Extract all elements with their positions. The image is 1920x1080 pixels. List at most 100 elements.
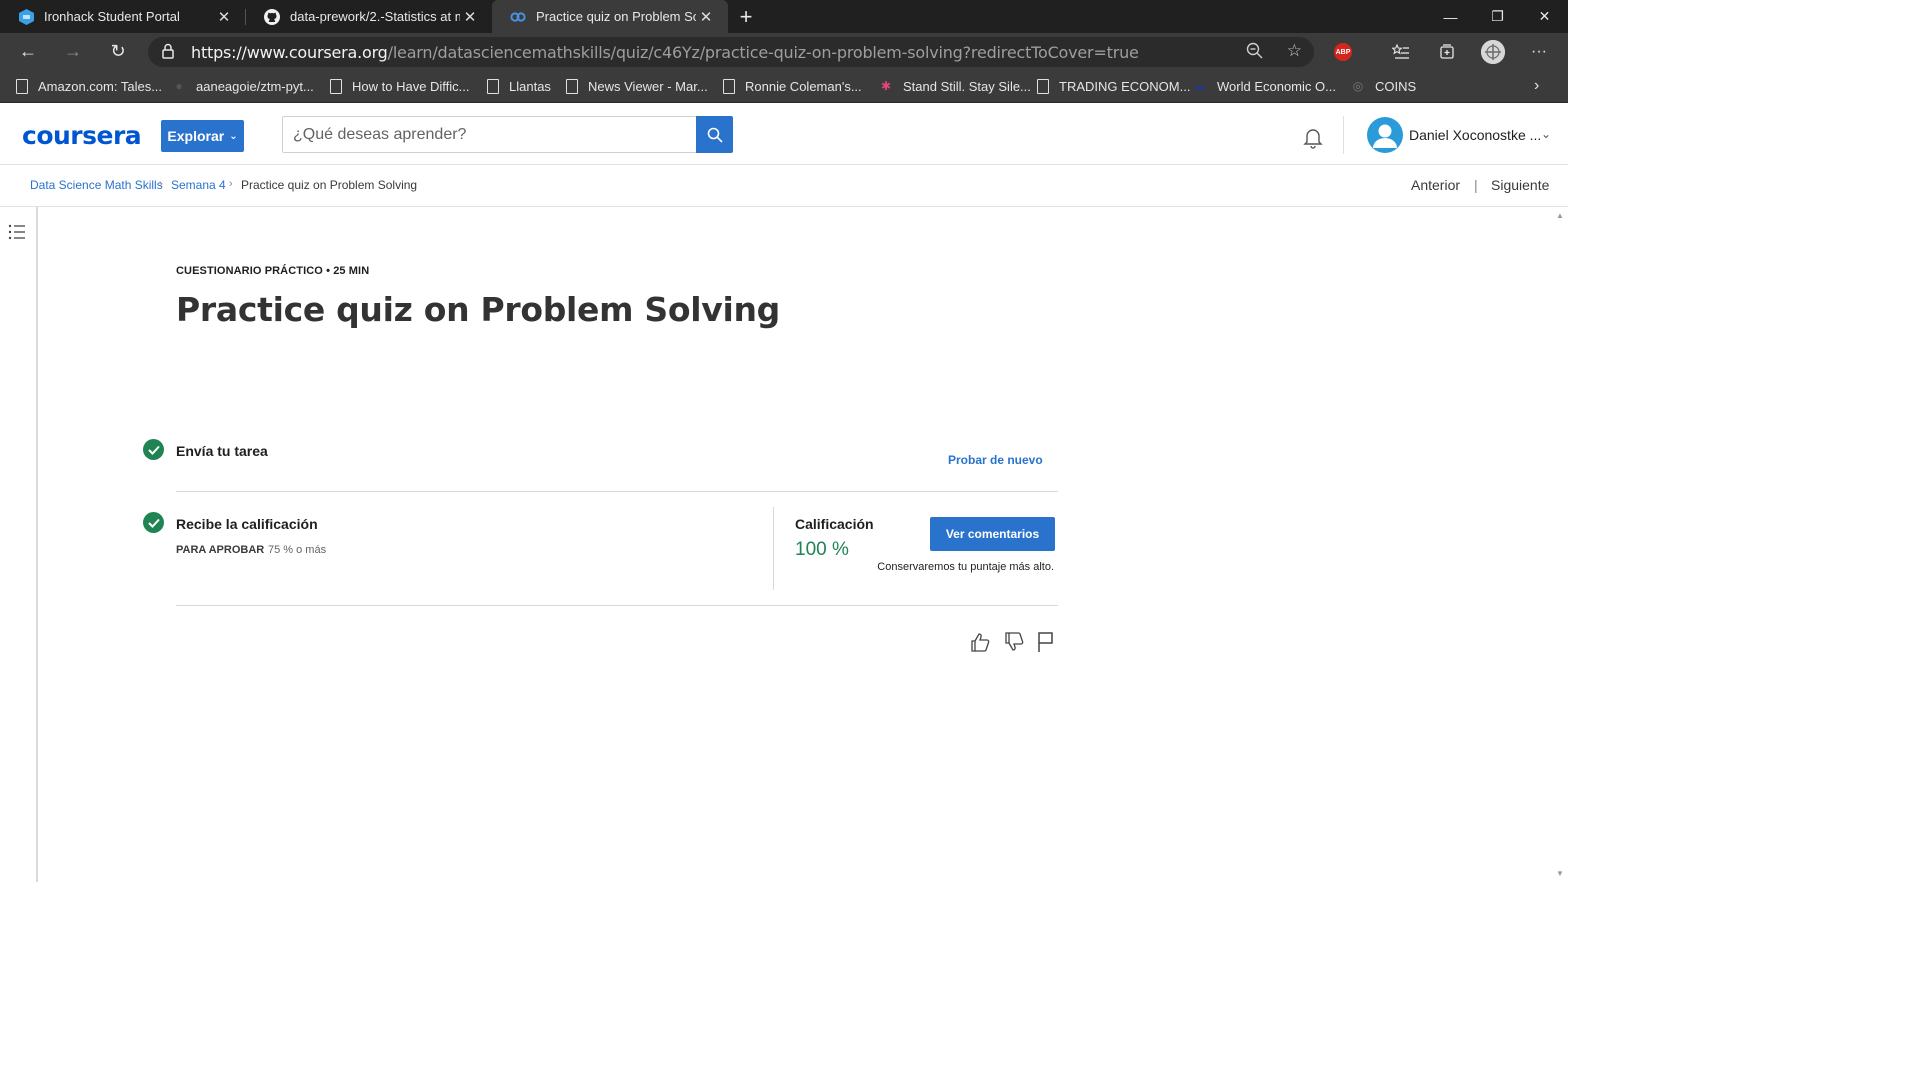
- bookmark-item[interactable]: Amazon.com: Tales...: [16, 77, 162, 95]
- tab-title: Ironhack Student Portal: [44, 9, 180, 24]
- bookmark-item[interactable]: Ronnie Coleman's...: [723, 77, 862, 95]
- back-icon[interactable]: ←: [16, 39, 40, 63]
- window-controls: — ❐ ✕: [1427, 0, 1568, 33]
- search-icon: [707, 127, 723, 143]
- page-icon: [487, 78, 499, 94]
- adblock-extension-icon[interactable]: ABP: [1334, 43, 1352, 61]
- page-icon: [566, 78, 578, 94]
- header-divider: [1343, 116, 1344, 154]
- check-circle-icon: [143, 439, 164, 460]
- step-submit-title: Envía tu tarea: [176, 443, 268, 459]
- url-field[interactable]: https://www.coursera.org/learn/datascien…: [148, 37, 1314, 67]
- bookmark-item[interactable]: News Viewer - Mar...: [566, 77, 708, 95]
- forward-icon[interactable]: →: [61, 39, 85, 63]
- check-circle-icon: [143, 512, 164, 533]
- scroll-down-icon[interactable]: ▼: [1556, 869, 1564, 878]
- bookmark-item[interactable]: ▬ World Economic O...: [1193, 77, 1336, 95]
- grade-value: 100 %: [795, 539, 849, 560]
- scrollbar[interactable]: ▲ ▼: [1551, 207, 1568, 882]
- highest-score-note: Conservaremos tu puntaje más alto.: [877, 561, 1054, 573]
- explore-button[interactable]: Explorar ⌄: [161, 120, 244, 152]
- coin-icon: ◎: [1352, 79, 1364, 93]
- pass-label: PARA APROBAR: [176, 544, 265, 556]
- coursera-logo[interactable]: coursera: [22, 121, 142, 150]
- browser-tab-ironhack[interactable]: Ironhack Student Portal ✕: [0, 0, 246, 33]
- collections-icon[interactable]: [1436, 41, 1458, 63]
- thumbs-up-icon[interactable]: [969, 631, 991, 653]
- chevron-down-icon[interactable]: ⌄: [1541, 127, 1551, 141]
- close-icon[interactable]: ✕: [214, 7, 234, 27]
- browser-tab-coursera[interactable]: Practice quiz on Problem Solving ✕: [492, 0, 728, 33]
- bookmarks-overflow-chevron-icon[interactable]: ›: [1534, 77, 1539, 95]
- breadcrumb-week[interactable]: Semana 4: [171, 178, 226, 192]
- course-outline-icon[interactable]: [8, 223, 26, 241]
- divider: [176, 491, 1058, 492]
- step-grade-title: Recibe la calificación: [176, 516, 318, 532]
- page-icon: [1037, 78, 1049, 94]
- avatar[interactable]: [1367, 117, 1403, 153]
- address-bar-row: ← → ↻ https://www.coursera.org/learn/dat…: [0, 33, 1568, 69]
- breadcrumb-course[interactable]: Data Science Math Skills: [30, 178, 163, 192]
- page-icon: [723, 78, 735, 94]
- bookmark-item[interactable]: ◎ COINS: [1351, 77, 1416, 95]
- github-icon: ●: [175, 79, 183, 93]
- thumbs-down-icon[interactable]: [1003, 631, 1025, 653]
- page-icon: [16, 78, 28, 94]
- close-window-icon[interactable]: ✕: [1521, 0, 1568, 33]
- chevron-down-icon: ⌄: [229, 130, 238, 142]
- zoom-icon[interactable]: [1246, 42, 1264, 65]
- notifications-bell-icon[interactable]: [1301, 125, 1325, 149]
- site-header: coursera Explorar ⌄ Daniel Xoconostke ..…: [0, 103, 1568, 165]
- view-feedback-button[interactable]: Ver comentarios: [930, 517, 1055, 551]
- left-rail: [0, 207, 38, 882]
- divider: [176, 605, 1058, 606]
- bookmarks-bar: Amazon.com: Tales... ● aaneagoie/ztm-pyt…: [0, 69, 1568, 103]
- flower-icon: ✱: [880, 79, 892, 93]
- chevron-right-icon: ›: [159, 178, 163, 190]
- breadcrumb: Data Science Math Skills › Semana 4 › Pr…: [0, 165, 1568, 207]
- bookmark-item[interactable]: ✱ Stand Still. Stay Sile...: [879, 77, 1031, 95]
- bookmark-item[interactable]: TRADING ECONOM...: [1037, 77, 1190, 95]
- coursera-icon: [510, 9, 526, 25]
- search-field: [282, 116, 696, 153]
- scroll-up-icon[interactable]: ▲: [1556, 211, 1564, 220]
- page-title: Practice quiz on Problem Solving: [176, 290, 780, 329]
- minimize-icon[interactable]: —: [1427, 0, 1474, 33]
- tab-title: data-prework/2.-Statistics at ma: [290, 9, 460, 24]
- more-options-icon[interactable]: ···: [1528, 41, 1550, 63]
- divider: |: [1474, 177, 1478, 193]
- search-input[interactable]: [283, 117, 696, 152]
- github-icon: [264, 8, 280, 25]
- flag-icon[interactable]: [1035, 631, 1057, 653]
- bookmark-item[interactable]: Llantas: [487, 77, 551, 95]
- browser-tab-bar: Ironhack Student Portal ✕ data-prework/2…: [0, 0, 1568, 33]
- bookmark-item[interactable]: How to Have Diffic...: [330, 77, 470, 95]
- lock-icon: [162, 43, 174, 62]
- url-text: https://www.coursera.org/learn/datascien…: [191, 43, 1139, 62]
- breadcrumb-current: Practice quiz on Problem Solving: [241, 178, 418, 192]
- ironhack-icon: [18, 8, 34, 25]
- refresh-icon[interactable]: ↻: [106, 39, 130, 63]
- favorite-star-icon[interactable]: ☆: [1287, 41, 1302, 61]
- close-icon[interactable]: ✕: [460, 7, 480, 27]
- bookmark-item[interactable]: ● aaneagoie/ztm-pyt...: [172, 77, 313, 95]
- previous-link[interactable]: Anterior: [1411, 177, 1460, 193]
- pass-value: 75 % o más: [268, 544, 327, 556]
- new-tab-icon[interactable]: +: [728, 0, 764, 33]
- browser-profile-icon[interactable]: [1481, 40, 1505, 64]
- chevron-right-icon: ›: [229, 178, 233, 190]
- grade-label: Calificación: [795, 516, 874, 532]
- browser-tab-github[interactable]: data-prework/2.-Statistics at ma ✕: [246, 0, 492, 33]
- page-icon: [330, 78, 342, 94]
- retry-button[interactable]: Probar de nuevo: [948, 453, 1043, 467]
- favorites-list-icon[interactable]: [1390, 41, 1412, 63]
- search-button[interactable]: [696, 116, 733, 153]
- tab-title: Practice quiz on Problem Solving: [536, 9, 696, 24]
- wef-icon: ▬: [1195, 80, 1205, 92]
- close-icon[interactable]: ✕: [696, 7, 716, 27]
- quiz-kicker: CUESTIONARIO PRÁCTICO • 25 MIN: [176, 265, 370, 277]
- restore-icon[interactable]: ❐: [1474, 0, 1521, 33]
- user-name[interactable]: Daniel Xoconostke ...: [1409, 127, 1541, 143]
- next-link[interactable]: Siguiente: [1491, 177, 1549, 193]
- divider: [773, 507, 774, 590]
